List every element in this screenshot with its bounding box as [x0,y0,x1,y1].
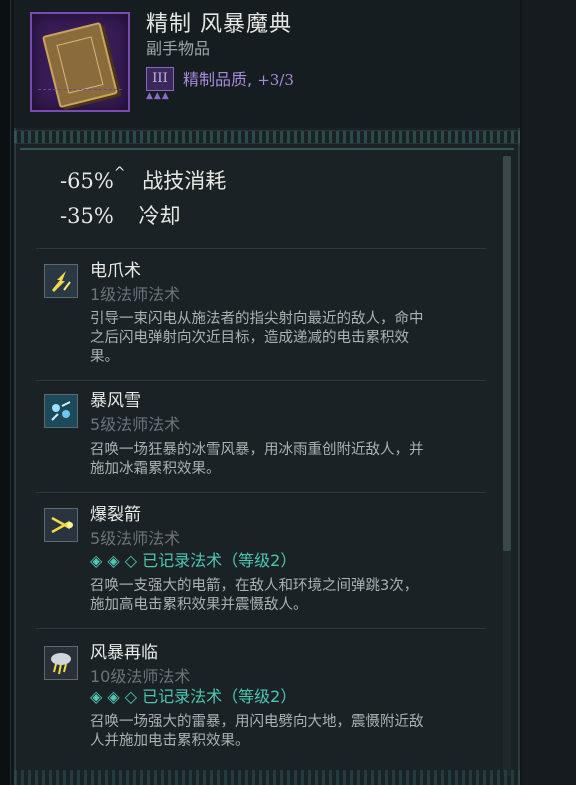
lightning-claw-icon [44,264,78,298]
description-line: 人并施加电击累积效果。 [90,733,250,749]
description-line: 引导一束闪电从施法者的指尖射向最近的敌人，命中 [90,311,424,327]
skill-name: 电爪术 [90,261,141,281]
description-line: 召唤一场强大的雷暴，用闪电劈向大地，震慑附近敌 [90,714,424,730]
stat-label: 战技消耗 [142,169,227,193]
skill-divider [36,628,486,629]
description-line: 施加冰霜累积效果。 [90,461,221,477]
description-line: 召唤一支强大的电箭，在敌人和环境之间弹跳3次， [90,578,419,594]
quality-label: 精制品质, +3/3 [183,66,294,90]
description-line: 果。 [90,349,119,365]
bottom-border [14,770,520,785]
description-line: 施加高电击累积效果并震慑敌人。 [90,597,308,613]
skill-divider [36,380,486,381]
description-line: 召唤一场狂暴的冰雪风暴，用冰雨重创附近敌人，并 [90,442,424,458]
window-edge-right [522,0,576,785]
item-type: 副手物品 [146,39,211,58]
skill-level: 5级法师法术 [90,415,181,434]
skill-name: 爆裂箭 [90,505,141,525]
stat-row: -35% 冷却 [60,200,180,230]
quality-pips: ▲▲▲ [146,91,170,101]
stat-caret: ^ [113,165,126,181]
stat-value: -35% [60,204,114,228]
blizzard-icon [44,394,78,428]
stat-row: -65%^ 战技消耗 [60,165,226,195]
quality-tier-badge: III [146,67,174,91]
recorded-spell-status: ◈ ◈ ◇ 已记录法术（等级2） [90,551,297,570]
quality-value: +3/3 [257,71,294,89]
recorded-spell-status: ◈ ◈ ◇ 已记录法术（等级2） [90,687,297,706]
skill-divider [36,492,486,493]
quality-label-text: 精制品质, [183,70,258,89]
skill-description: 引导一束闪电从施法者的指尖射向最近的敌人，命中 之后闪电弹射向次近目标，造成递减… [90,310,490,367]
skill-entry[interactable]: 电爪术 1级法师法术 引导一束闪电从施法者的指尖射向最近的敌人，命中 之后闪电弹… [36,256,508,376]
header-divider [14,130,520,144]
skill-level: 1级法师法术 [90,285,181,304]
stat-label: 冷却 [138,204,181,228]
skill-divider [36,248,486,249]
description-line: 之后闪电弹射向次近目标，造成递减的电击累积效 [90,330,409,346]
skill-name: 暴风雪 [90,391,141,411]
item-title: 精制 风暴魔典 [146,12,292,37]
skill-level: 5级法师法术 [90,529,181,548]
skill-entry[interactable]: 爆裂箭 5级法师法术 ◈ ◈ ◇ 已记录法术（等级2） 召唤一支强大的电箭，在敌… [36,500,508,620]
skill-description: 召唤一场狂暴的冰雪风暴，用冰雨重创附近敌人，并 施加冰霜累积效果。 [90,441,490,479]
scrollbar-thumb[interactable] [503,156,511,551]
shock-arrow-icon [44,508,78,542]
window-edge-left [0,0,11,785]
skill-entry[interactable]: 暴风雪 5级法师法术 召唤一场狂暴的冰雪风暴，用冰雨重创附近敌人，并 施加冰霜累… [36,386,508,486]
skill-entry[interactable]: 风暴再临 10级法师法术 ◈ ◈ ◇ 已记录法术（等级2） 召唤一场强大的雷暴，… [36,638,508,768]
stat-value: -65% [60,169,114,193]
skill-name: 风暴再临 [90,643,158,663]
storm-cloud-icon [44,646,78,680]
skill-description: 召唤一场强大的雷暴，用闪电劈向大地，震慑附近敌 人并施加电击累积效果。 [90,713,490,751]
spellbook-icon [30,12,130,112]
divider-glow [20,148,514,150]
skill-description: 召唤一支强大的电箭，在敌人和环境之间弹跳3次， 施加高电击累积效果并震慑敌人。 [90,577,490,615]
